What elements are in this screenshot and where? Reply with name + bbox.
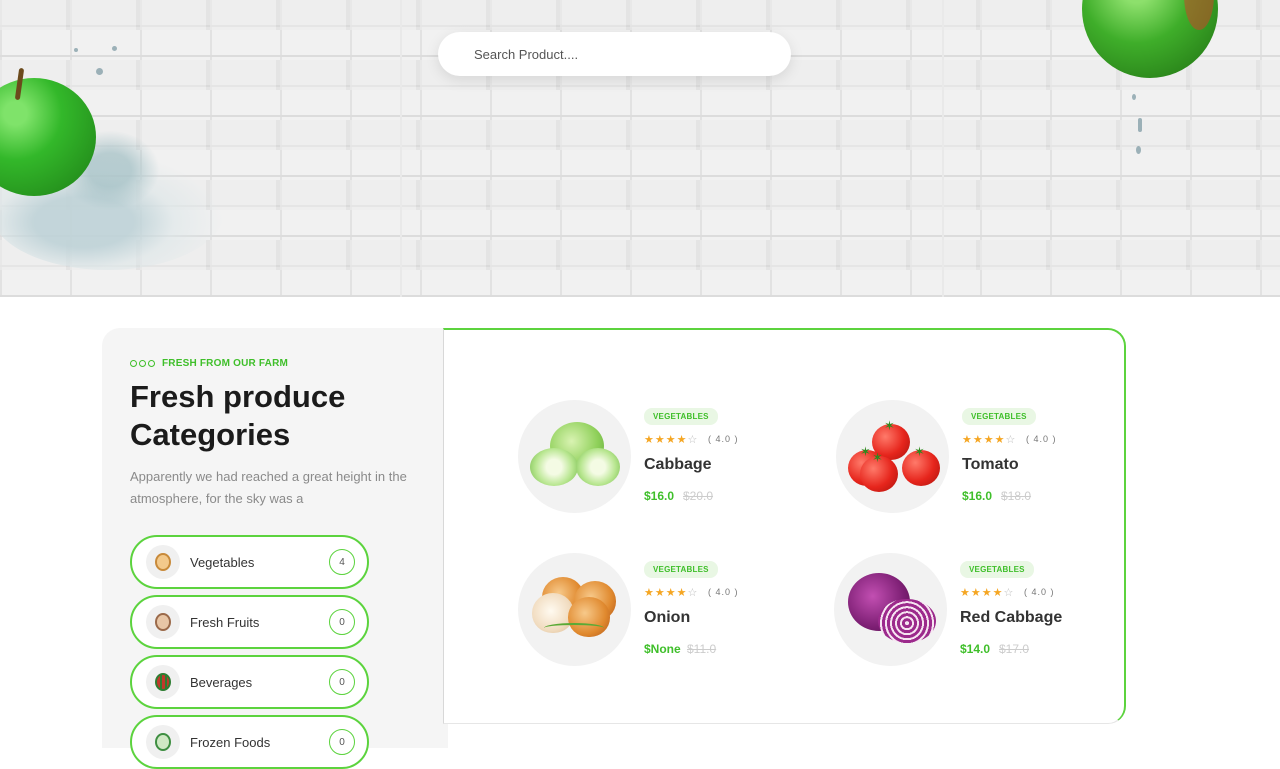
cabbage-image (518, 400, 631, 513)
tomato-image (836, 400, 949, 513)
section-description: Apparently we had reached a great height… (130, 469, 407, 506)
water-drop (1132, 94, 1136, 100)
product-old-price: $17.0 (999, 642, 1030, 656)
category-count-badge: 4 (329, 549, 355, 575)
brick-texture (0, 120, 1280, 150)
product-price: $None (644, 642, 681, 656)
star-rating-icon: ★★★★☆ (644, 434, 699, 446)
section-title: Fresh produce Categories (130, 379, 346, 452)
rating-value: ( 4.0 ) (708, 434, 739, 444)
panel-seam (942, 0, 944, 297)
search-input[interactable] (474, 46, 754, 62)
product-old-price: $20.0 (683, 489, 714, 503)
product-old-price: $18.0 (1001, 489, 1032, 503)
product-price: $16.0 (962, 489, 993, 503)
category-count-badge: 0 (329, 669, 355, 695)
panel-seam (400, 0, 402, 297)
star-rating-icon: ★★★★☆ (644, 587, 699, 599)
frozen-food-icon (146, 725, 180, 759)
category-label: Fresh Fruits (190, 614, 260, 630)
fruit-icon (146, 605, 180, 639)
water-drop (1138, 118, 1142, 132)
product-card-onion[interactable]: VEGETABLES ★★★★☆ ( 4.0 ) Onion $None $11… (518, 553, 818, 668)
red-cabbage-image (834, 553, 947, 666)
product-card-tomato[interactable]: VEGETABLES ★★★★☆ ( 4.0 ) Tomato $16.0 $1… (836, 400, 1136, 515)
product-category-tag: VEGETABLES (644, 408, 718, 425)
water-drop (1136, 146, 1141, 154)
pumpkin-icon (146, 545, 180, 579)
category-item-frozen-foods[interactable]: Frozen Foods 0 (130, 715, 369, 769)
category-item-vegetables[interactable]: Vegetables 4 (130, 535, 369, 589)
rating-value: ( 4.0 ) (1026, 434, 1057, 444)
product-price: $16.0 (644, 489, 675, 503)
water-drop (96, 68, 103, 75)
category-count-badge: 0 (329, 729, 355, 755)
category-count-badge: 0 (329, 609, 355, 635)
product-name[interactable]: Tomato (962, 456, 1019, 474)
dots-icon (130, 360, 155, 367)
watermelon-icon (146, 665, 180, 699)
water-drop (112, 46, 117, 51)
product-card-red-cabbage[interactable]: VEGETABLES ★★★★☆ ( 4.0 ) Red Cabbage $14… (834, 553, 1134, 668)
rating-value: ( 4.0 ) (1024, 587, 1055, 597)
rating-value: ( 4.0 ) (708, 587, 739, 597)
category-item-fresh-fruits[interactable]: Fresh Fruits 0 (130, 595, 369, 649)
search-bar[interactable] (438, 32, 791, 76)
star-rating-icon: ★★★★☆ (960, 587, 1015, 599)
water-drop (74, 48, 78, 52)
product-card-cabbage[interactable]: VEGETABLES ★★★★☆ ( 4.0 ) Cabbage $16.0 $… (518, 400, 818, 515)
onion-image (518, 553, 631, 666)
product-name[interactable]: Cabbage (644, 456, 712, 474)
category-item-beverages[interactable]: Beverages 0 (130, 655, 369, 709)
product-old-price: $11.0 (687, 642, 717, 656)
product-category-tag: VEGETABLES (644, 561, 718, 578)
product-name[interactable]: Red Cabbage (960, 609, 1062, 627)
section-eyebrow: FRESH FROM OUR FARM (130, 358, 288, 369)
product-category-tag: VEGETABLES (962, 408, 1036, 425)
product-price: $14.0 (960, 642, 991, 656)
category-label: Beverages (190, 674, 253, 690)
hero-banner (0, 0, 1280, 297)
star-rating-icon: ★★★★☆ (962, 434, 1017, 446)
eyebrow-text: FRESH FROM OUR FARM (162, 358, 289, 369)
product-name[interactable]: Onion (644, 609, 690, 627)
category-label: Vegetables (190, 554, 255, 570)
product-category-tag: VEGETABLES (960, 561, 1034, 578)
category-label: Frozen Foods (190, 734, 271, 750)
